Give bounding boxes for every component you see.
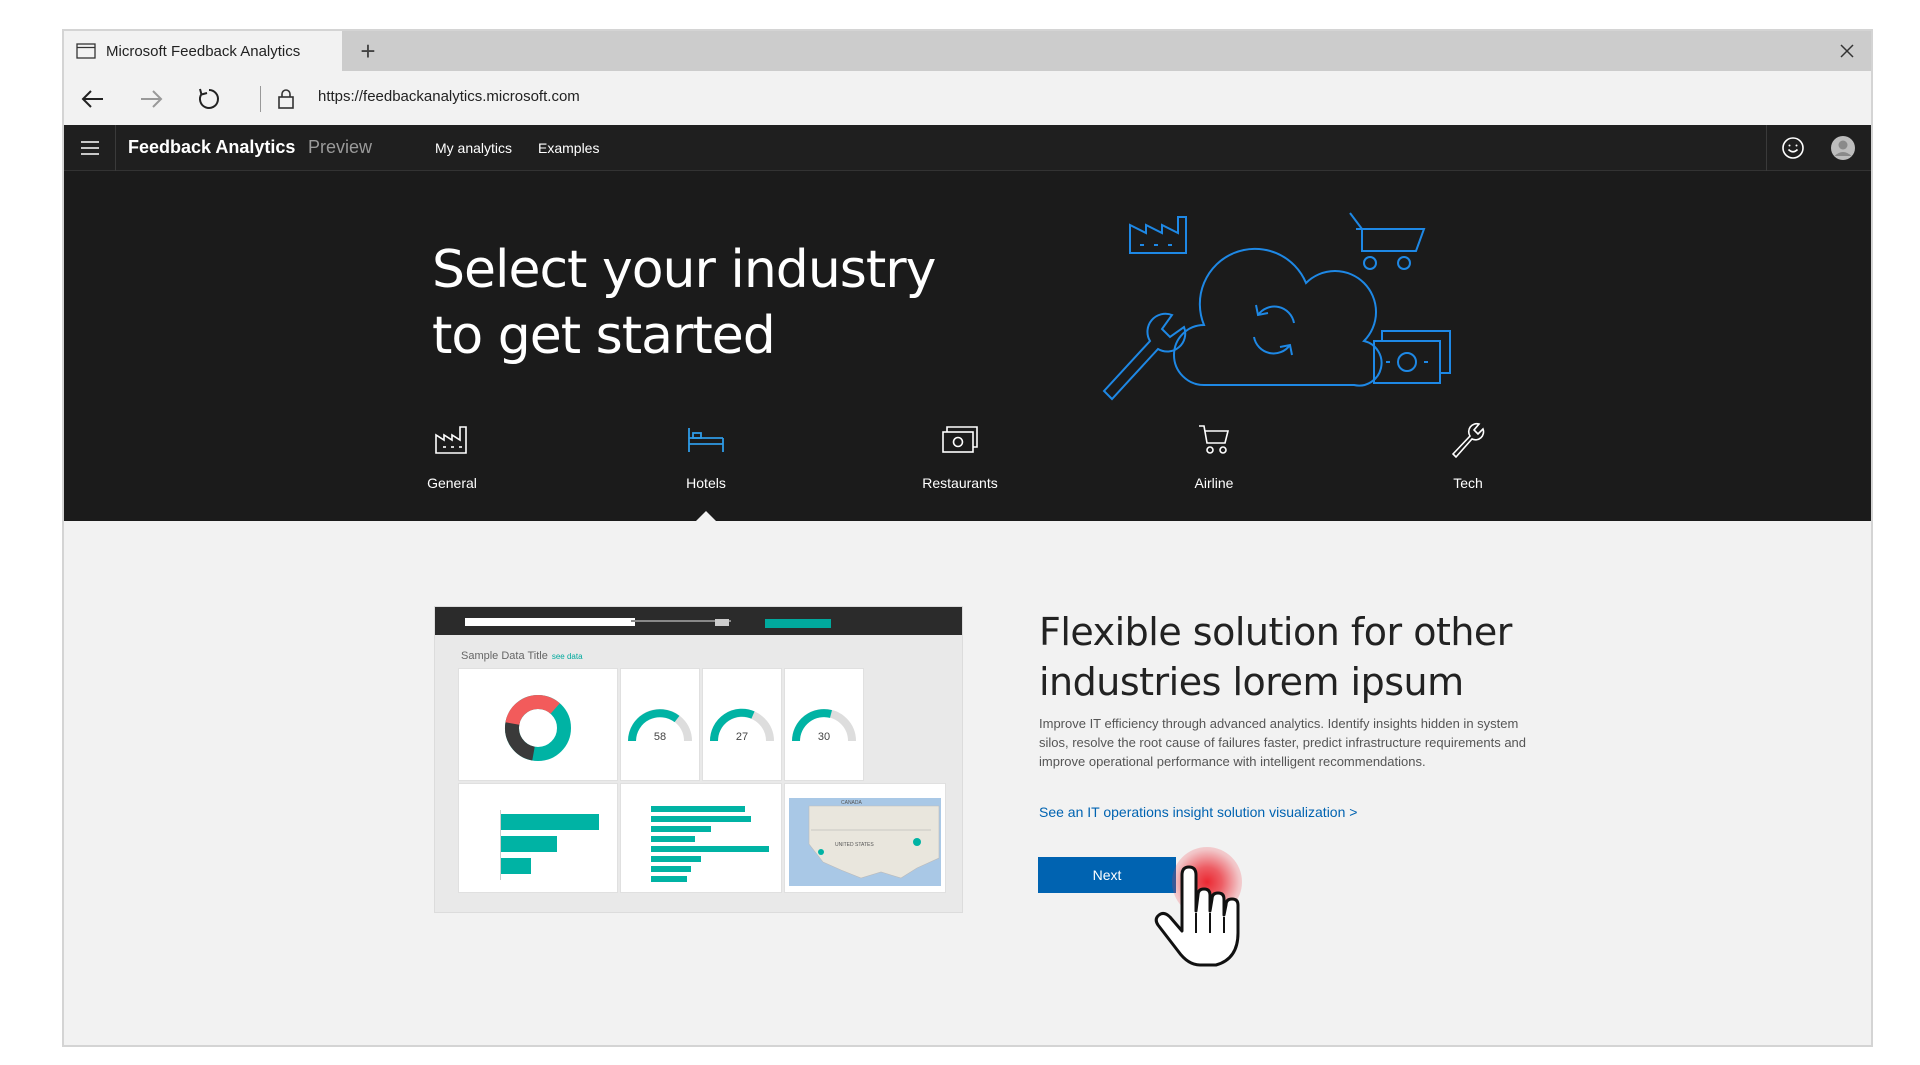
close-window-button[interactable] [1831, 35, 1863, 67]
donut-card [459, 669, 617, 780]
solution-title: Flexible solution for other industries l… [1039, 610, 1512, 704]
bed-icon [688, 428, 724, 452]
industry-label: Tech [1453, 475, 1483, 491]
app-header: Feedback Analytics Preview My analytics … [64, 125, 1871, 171]
bar-card [459, 784, 617, 892]
industry-label: Restaurants [922, 475, 998, 491]
page-icon [76, 43, 96, 59]
industry-label: Hotels [686, 475, 726, 491]
industry-airline[interactable]: Airline [1149, 417, 1279, 491]
tab-strip: Microsoft Feedback Analytics + [64, 31, 1871, 71]
arrow-right-icon [141, 90, 163, 108]
dashboard-title: Sample Data Title see data [461, 650, 583, 662]
industry-general[interactable]: General [387, 417, 517, 491]
cart-icon [1349, 212, 1426, 270]
account-button[interactable] [1827, 132, 1859, 164]
hand-cursor-icon [1154, 865, 1240, 967]
money-icon [942, 426, 978, 453]
solution-description: Improve IT efficiency through advanced a… [1039, 716, 1527, 769]
close-icon [1840, 44, 1854, 58]
avatar-icon [1831, 136, 1855, 160]
industry-restaurants[interactable]: Restaurants [895, 417, 1025, 491]
money-icon [1373, 330, 1451, 384]
hero-section: Select your industry to get started Gene… [64, 171, 1871, 521]
wrench-icon [1451, 422, 1485, 458]
smiley-icon [1782, 137, 1804, 159]
refresh-button[interactable] [192, 82, 226, 116]
map-card: CANADA UNITED STATES [785, 784, 945, 892]
address-bar: https://feedbackanalytics.microsoft.com [64, 71, 1871, 125]
lock-icon [272, 85, 300, 113]
industry-label: General [427, 475, 477, 491]
feedback-button[interactable] [1777, 132, 1809, 164]
selected-indicator [696, 511, 716, 521]
hero-illustration [1102, 212, 1451, 401]
hamburger-icon [80, 141, 99, 155]
factory-icon [435, 426, 467, 454]
industry-tech[interactable]: Tech [1403, 417, 1533, 491]
nav-my-analytics[interactable]: My analytics [435, 140, 512, 156]
new-tab-button[interactable]: + [352, 35, 384, 67]
hero-title: Select your industry to get started [432, 240, 936, 366]
address-separator [260, 86, 261, 112]
content-section: Sample Data Title see data 58 27 30 CANA… [64, 521, 1871, 1045]
cart-icon [1199, 425, 1230, 454]
dashboard-toolbar [435, 607, 962, 635]
preview-label: Preview [308, 137, 373, 157]
nav-examples[interactable]: Examples [538, 140, 599, 156]
app-brand[interactable]: Feedback Analytics [128, 137, 295, 158]
menu-button[interactable] [64, 125, 116, 171]
industry-hotels[interactable]: Hotels [641, 417, 771, 491]
factory-icon [1129, 216, 1187, 254]
tab-title: Microsoft Feedback Analytics [106, 42, 301, 60]
cloud-sync-icon [1173, 247, 1383, 387]
refresh-icon [199, 88, 219, 109]
donut-chart [504, 694, 571, 761]
industry-label: Airline [1194, 475, 1234, 491]
map: CANADA UNITED STATES [789, 798, 941, 886]
gauge-card: 30 [785, 669, 863, 780]
bar-card [621, 784, 781, 892]
header-separator [1766, 125, 1767, 171]
browser-tab[interactable]: Microsoft Feedback Analytics [64, 31, 342, 71]
arrow-left-icon [81, 90, 103, 108]
back-button[interactable] [76, 82, 110, 116]
browser-window: Microsoft Feedback Analytics + https://f… [62, 29, 1873, 1047]
dashboard-preview[interactable]: Sample Data Title see data 58 27 30 CANA… [435, 607, 962, 912]
gauge-card: 27 [703, 669, 781, 780]
url-field[interactable]: https://feedbackanalytics.microsoft.com [318, 88, 580, 105]
gauge-card: 58 [621, 669, 699, 780]
solution-visualization-link[interactable]: See an IT operations insight solution vi… [1039, 804, 1357, 820]
forward-button[interactable] [134, 82, 168, 116]
